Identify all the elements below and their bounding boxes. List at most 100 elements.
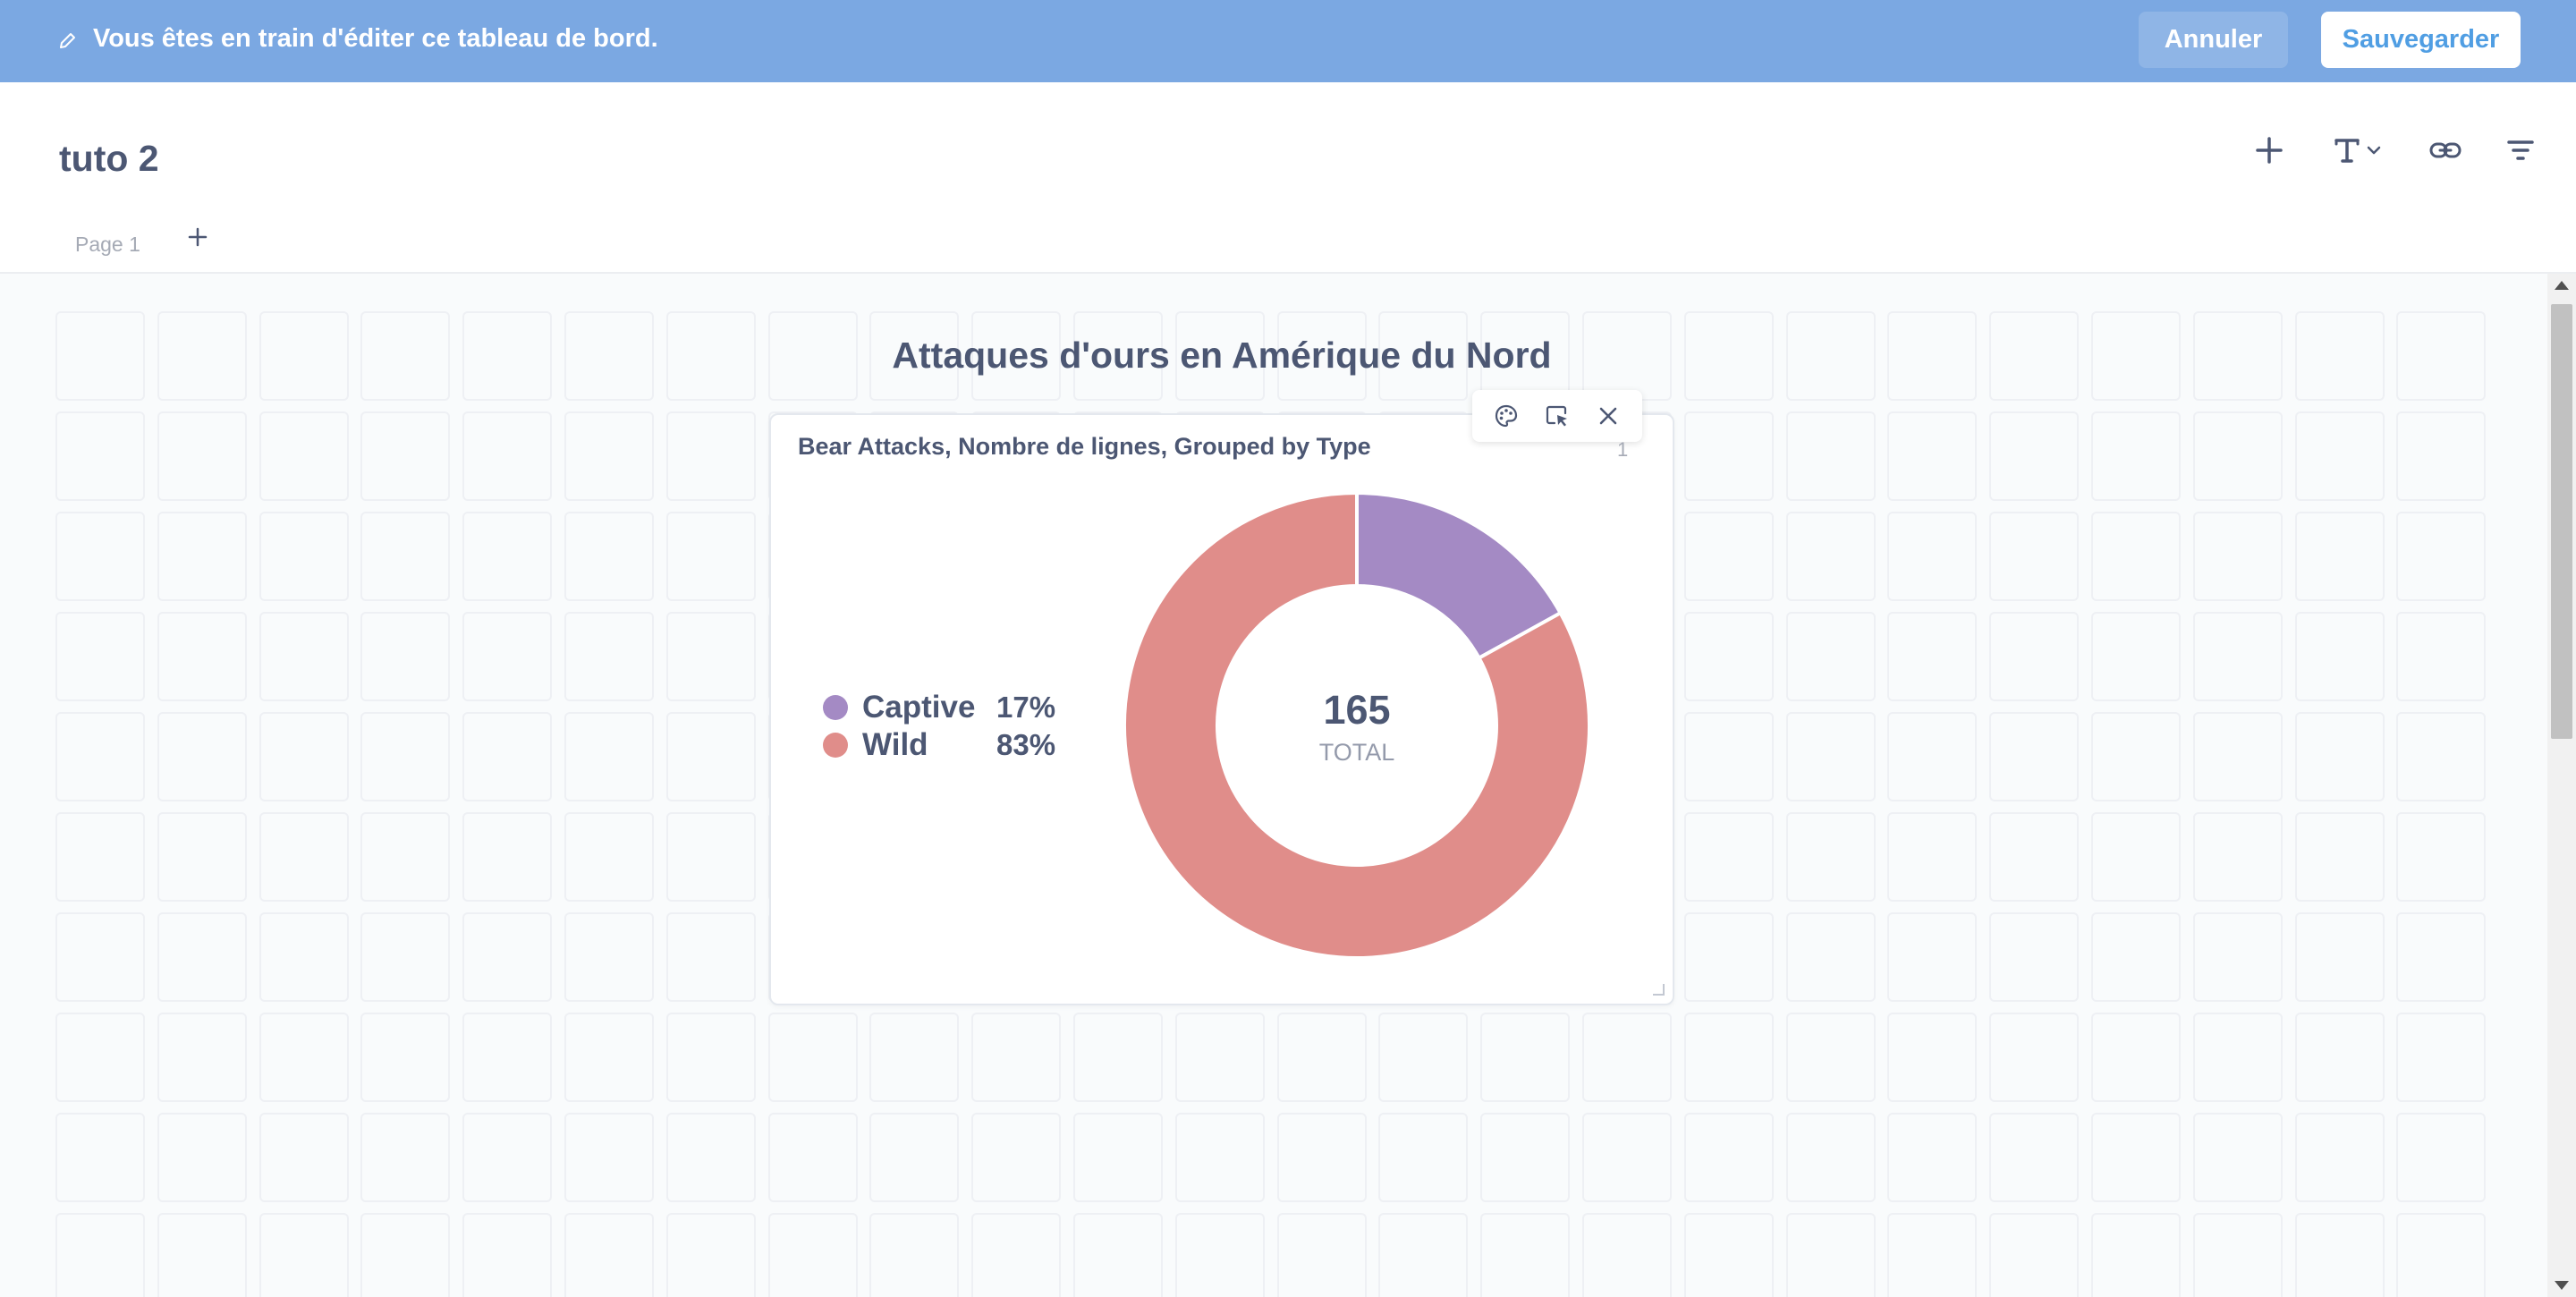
grid-cell xyxy=(2294,411,2385,501)
grid-cell xyxy=(1989,612,2080,701)
grid-cell xyxy=(2192,712,2283,801)
grid-cell xyxy=(1276,1013,1367,1102)
visualization-settings-button[interactable] xyxy=(1487,396,1526,436)
grid-cell xyxy=(2090,512,2181,601)
link-icon xyxy=(2429,142,2462,158)
grid-cell xyxy=(55,1013,145,1102)
grid-cell xyxy=(767,1113,858,1202)
grid-cell xyxy=(767,1013,858,1102)
scroll-down-arrow-icon[interactable] xyxy=(2555,1281,2569,1290)
remove-card-button[interactable] xyxy=(1589,396,1628,436)
grid-cell xyxy=(55,912,145,1002)
grid-cell xyxy=(564,812,654,902)
chart-legend: Captive 17% Wild 83% xyxy=(823,689,1055,764)
vertical-scrollbar[interactable] xyxy=(2547,274,2576,1297)
dashboard-heading-text-card[interactable]: Attaques d'ours en Amérique du Nord xyxy=(769,335,1674,377)
add-text-button[interactable] xyxy=(2326,125,2394,175)
tab-page-1[interactable]: Page 1 xyxy=(75,233,140,257)
grid-cell xyxy=(462,1113,553,1202)
dashboard-title[interactable]: tuto 2 xyxy=(59,138,159,180)
grid-cell xyxy=(2192,612,2283,701)
grid-cell xyxy=(2192,1013,2283,1102)
card-actions-toolbar xyxy=(1472,390,1642,442)
grid-cell xyxy=(55,812,145,902)
grid-cell xyxy=(1989,411,2080,501)
grid-cell xyxy=(2294,311,2385,401)
scroll-thumb[interactable] xyxy=(2551,304,2572,739)
grid-cell xyxy=(157,1113,247,1202)
replace-question-button[interactable] xyxy=(1538,396,1577,436)
grid-cell xyxy=(1785,512,1876,601)
grid-cell xyxy=(360,1113,451,1202)
grid-cell xyxy=(1174,1213,1265,1297)
grid-cell xyxy=(2090,712,2181,801)
plus-icon xyxy=(2256,137,2283,164)
legend-label: Captive xyxy=(862,690,976,725)
grid-cell xyxy=(1378,1113,1469,1202)
grid-cell xyxy=(1887,1113,1978,1202)
add-filter-button[interactable] xyxy=(2496,125,2546,175)
replace-icon xyxy=(1546,405,1567,427)
pencil-icon xyxy=(60,33,75,48)
grid-cell xyxy=(2090,812,2181,902)
grid-cell xyxy=(55,612,145,701)
grid-cell xyxy=(2090,912,2181,1002)
grid-cell xyxy=(1581,1213,1672,1297)
resize-handle-icon[interactable] xyxy=(1651,982,1665,996)
grid-cell xyxy=(1989,311,2080,401)
grid-cell xyxy=(2396,812,2487,902)
grid-cell xyxy=(1581,1013,1672,1102)
grid-cell xyxy=(1785,712,1876,801)
grid-cell xyxy=(1683,1113,1774,1202)
dashboard-header: tuto 2 Page 1 xyxy=(0,82,2576,274)
grid-cell xyxy=(2294,612,2385,701)
grid-cell xyxy=(258,411,349,501)
grid-cell xyxy=(258,512,349,601)
legend-item-wild[interactable]: Wild 83% xyxy=(823,726,1055,764)
cancel-button[interactable]: Annuler xyxy=(2139,12,2288,68)
grid-cell xyxy=(462,311,553,401)
grid-cell xyxy=(1378,1013,1469,1102)
grid-cell xyxy=(2192,411,2283,501)
total-label: TOTAL xyxy=(1318,739,1395,766)
add-tab-button[interactable] xyxy=(182,222,213,252)
grid-cell xyxy=(55,311,145,401)
add-link-button[interactable] xyxy=(2420,125,2470,175)
grid-cell xyxy=(2396,1013,2487,1102)
grid-cell xyxy=(2192,1113,2283,1202)
grid-cell xyxy=(360,812,451,902)
grid-cell xyxy=(360,912,451,1002)
grid-cell xyxy=(360,411,451,501)
grid-cell xyxy=(665,712,756,801)
grid-cell xyxy=(55,512,145,601)
grid-cell xyxy=(564,411,654,501)
add-question-button[interactable] xyxy=(2244,125,2294,175)
grid-cell xyxy=(55,712,145,801)
grid-cell xyxy=(462,1013,553,1102)
grid-cell xyxy=(564,1213,654,1297)
grid-cell xyxy=(2090,1113,2181,1202)
grid-cell xyxy=(665,612,756,701)
grid-cell xyxy=(1785,612,1876,701)
save-button[interactable]: Sauvegarder xyxy=(2321,12,2521,68)
grid-cell xyxy=(2396,1213,2487,1297)
grid-cell xyxy=(2396,311,2487,401)
grid-cell xyxy=(2294,712,2385,801)
grid-cell xyxy=(157,612,247,701)
grid-cell xyxy=(2396,411,2487,501)
question-card[interactable]: Bear Attacks, Nombre de lignes, Grouped … xyxy=(769,390,1674,1005)
grid-cell xyxy=(1072,1013,1163,1102)
grid-cell xyxy=(1785,912,1876,1002)
grid-cell xyxy=(2294,1113,2385,1202)
grid-cell xyxy=(665,411,756,501)
grid-cell xyxy=(462,512,553,601)
card-title[interactable]: Bear Attacks, Nombre de lignes, Grouped … xyxy=(798,433,1371,461)
scroll-up-arrow-icon[interactable] xyxy=(2555,281,2569,290)
legend-label: Wild xyxy=(862,727,928,762)
grid-cell xyxy=(1683,912,1774,1002)
text-icon xyxy=(2334,139,2381,163)
grid-cell xyxy=(971,1213,1062,1297)
legend-item-captive[interactable]: Captive 17% xyxy=(823,689,1055,726)
grid-cell xyxy=(360,712,451,801)
grid-cell xyxy=(1989,712,2080,801)
